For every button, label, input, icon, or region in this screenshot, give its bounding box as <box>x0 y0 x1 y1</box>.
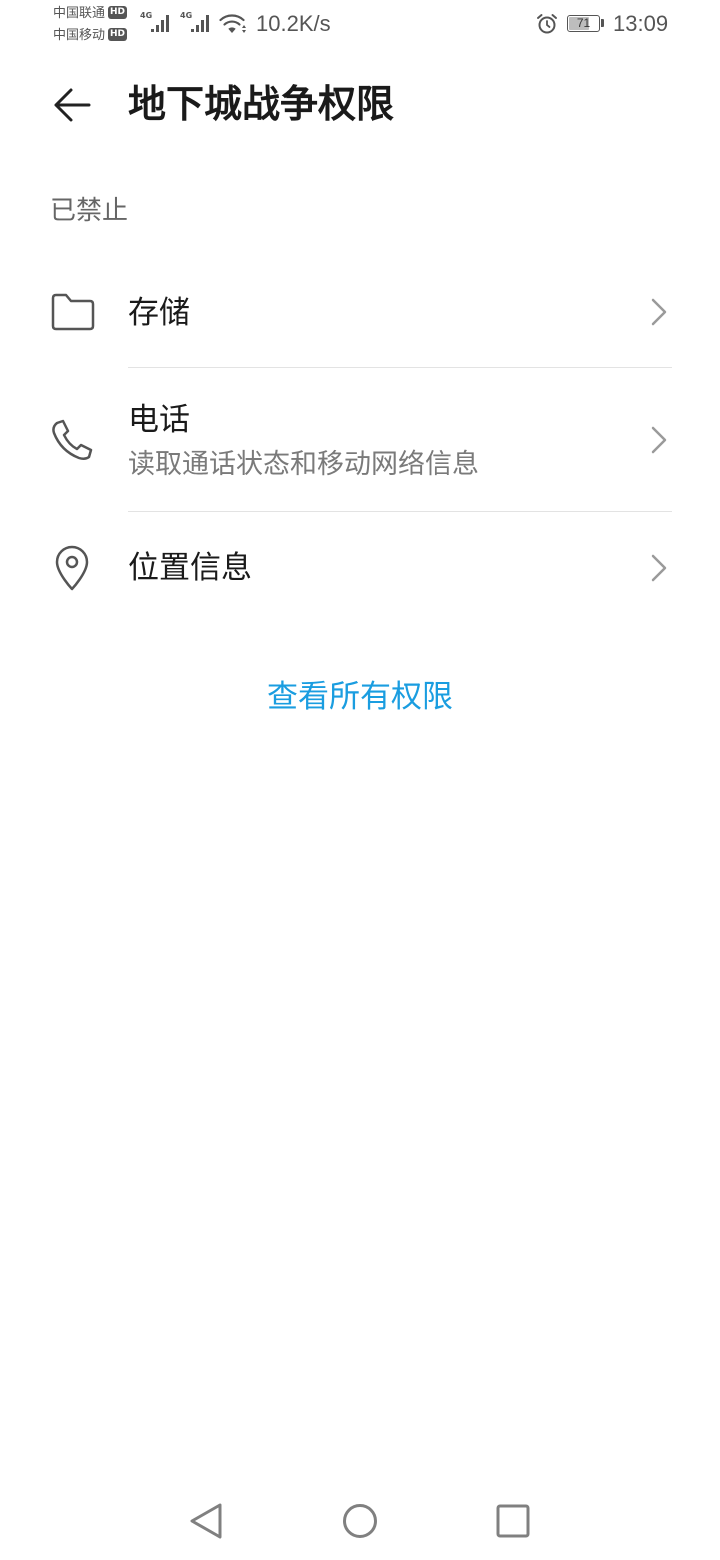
battery-level: 71 <box>576 16 591 30</box>
sim1-hd-badge: HD <box>108 6 128 20</box>
permission-row-phone[interactable]: 电话 读取通话状态和移动网络信息 <box>0 369 720 512</box>
status-bar: 中国联通 HD 中国移动 HD 4G 4G 10.2K/s 71 13:09 <box>0 0 720 48</box>
permission-row-storage[interactable]: 存储 <box>0 258 720 368</box>
permission-description: 读取通话状态和移动网络信息 <box>128 449 479 479</box>
home-circle-icon[interactable] <box>342 1503 378 1539</box>
battery-icon: 71 <box>567 15 600 32</box>
back-arrow-icon <box>54 88 91 122</box>
phone-icon <box>52 419 93 461</box>
network-speed: 10.2K/s <box>256 11 331 36</box>
signal-icon <box>191 15 209 32</box>
divider <box>128 511 672 512</box>
sim2-carrier-line: 中国移动 HD <box>53 25 128 45</box>
recents-square-icon[interactable] <box>496 1504 530 1538</box>
alarm-icon <box>537 14 557 34</box>
divider <box>128 367 672 368</box>
sim1-carrier-line: 中国联通 HD <box>53 3 128 23</box>
chevron-right-icon <box>651 298 667 326</box>
permission-row-location[interactable]: 位置信息 <box>0 513 720 623</box>
battery-nub <box>601 19 604 27</box>
back-button[interactable] <box>44 77 100 133</box>
chevron-right-icon <box>651 426 667 454</box>
location-pin-icon <box>55 545 89 591</box>
permission-label: 电话 <box>128 402 190 437</box>
page-title: 地下城战争权限 <box>128 84 395 126</box>
view-all-permissions-link[interactable]: 查看所有权限 <box>240 677 480 717</box>
permission-label: 位置信息 <box>128 550 252 585</box>
sim2-hd-badge: HD <box>108 28 128 42</box>
sim1-carrier-name: 中国联通 <box>53 5 106 20</box>
clock: 13:09 <box>613 11 669 36</box>
folder-icon <box>51 293 95 331</box>
section-label-denied: 已禁止 <box>50 195 129 225</box>
wifi-icon <box>219 14 246 33</box>
back-triangle-icon[interactable] <box>188 1503 224 1539</box>
permission-label: 存储 <box>128 295 190 330</box>
chevron-right-icon <box>651 554 667 582</box>
signal-icon <box>151 15 169 32</box>
sim2-carrier-name: 中国移动 <box>53 27 106 42</box>
